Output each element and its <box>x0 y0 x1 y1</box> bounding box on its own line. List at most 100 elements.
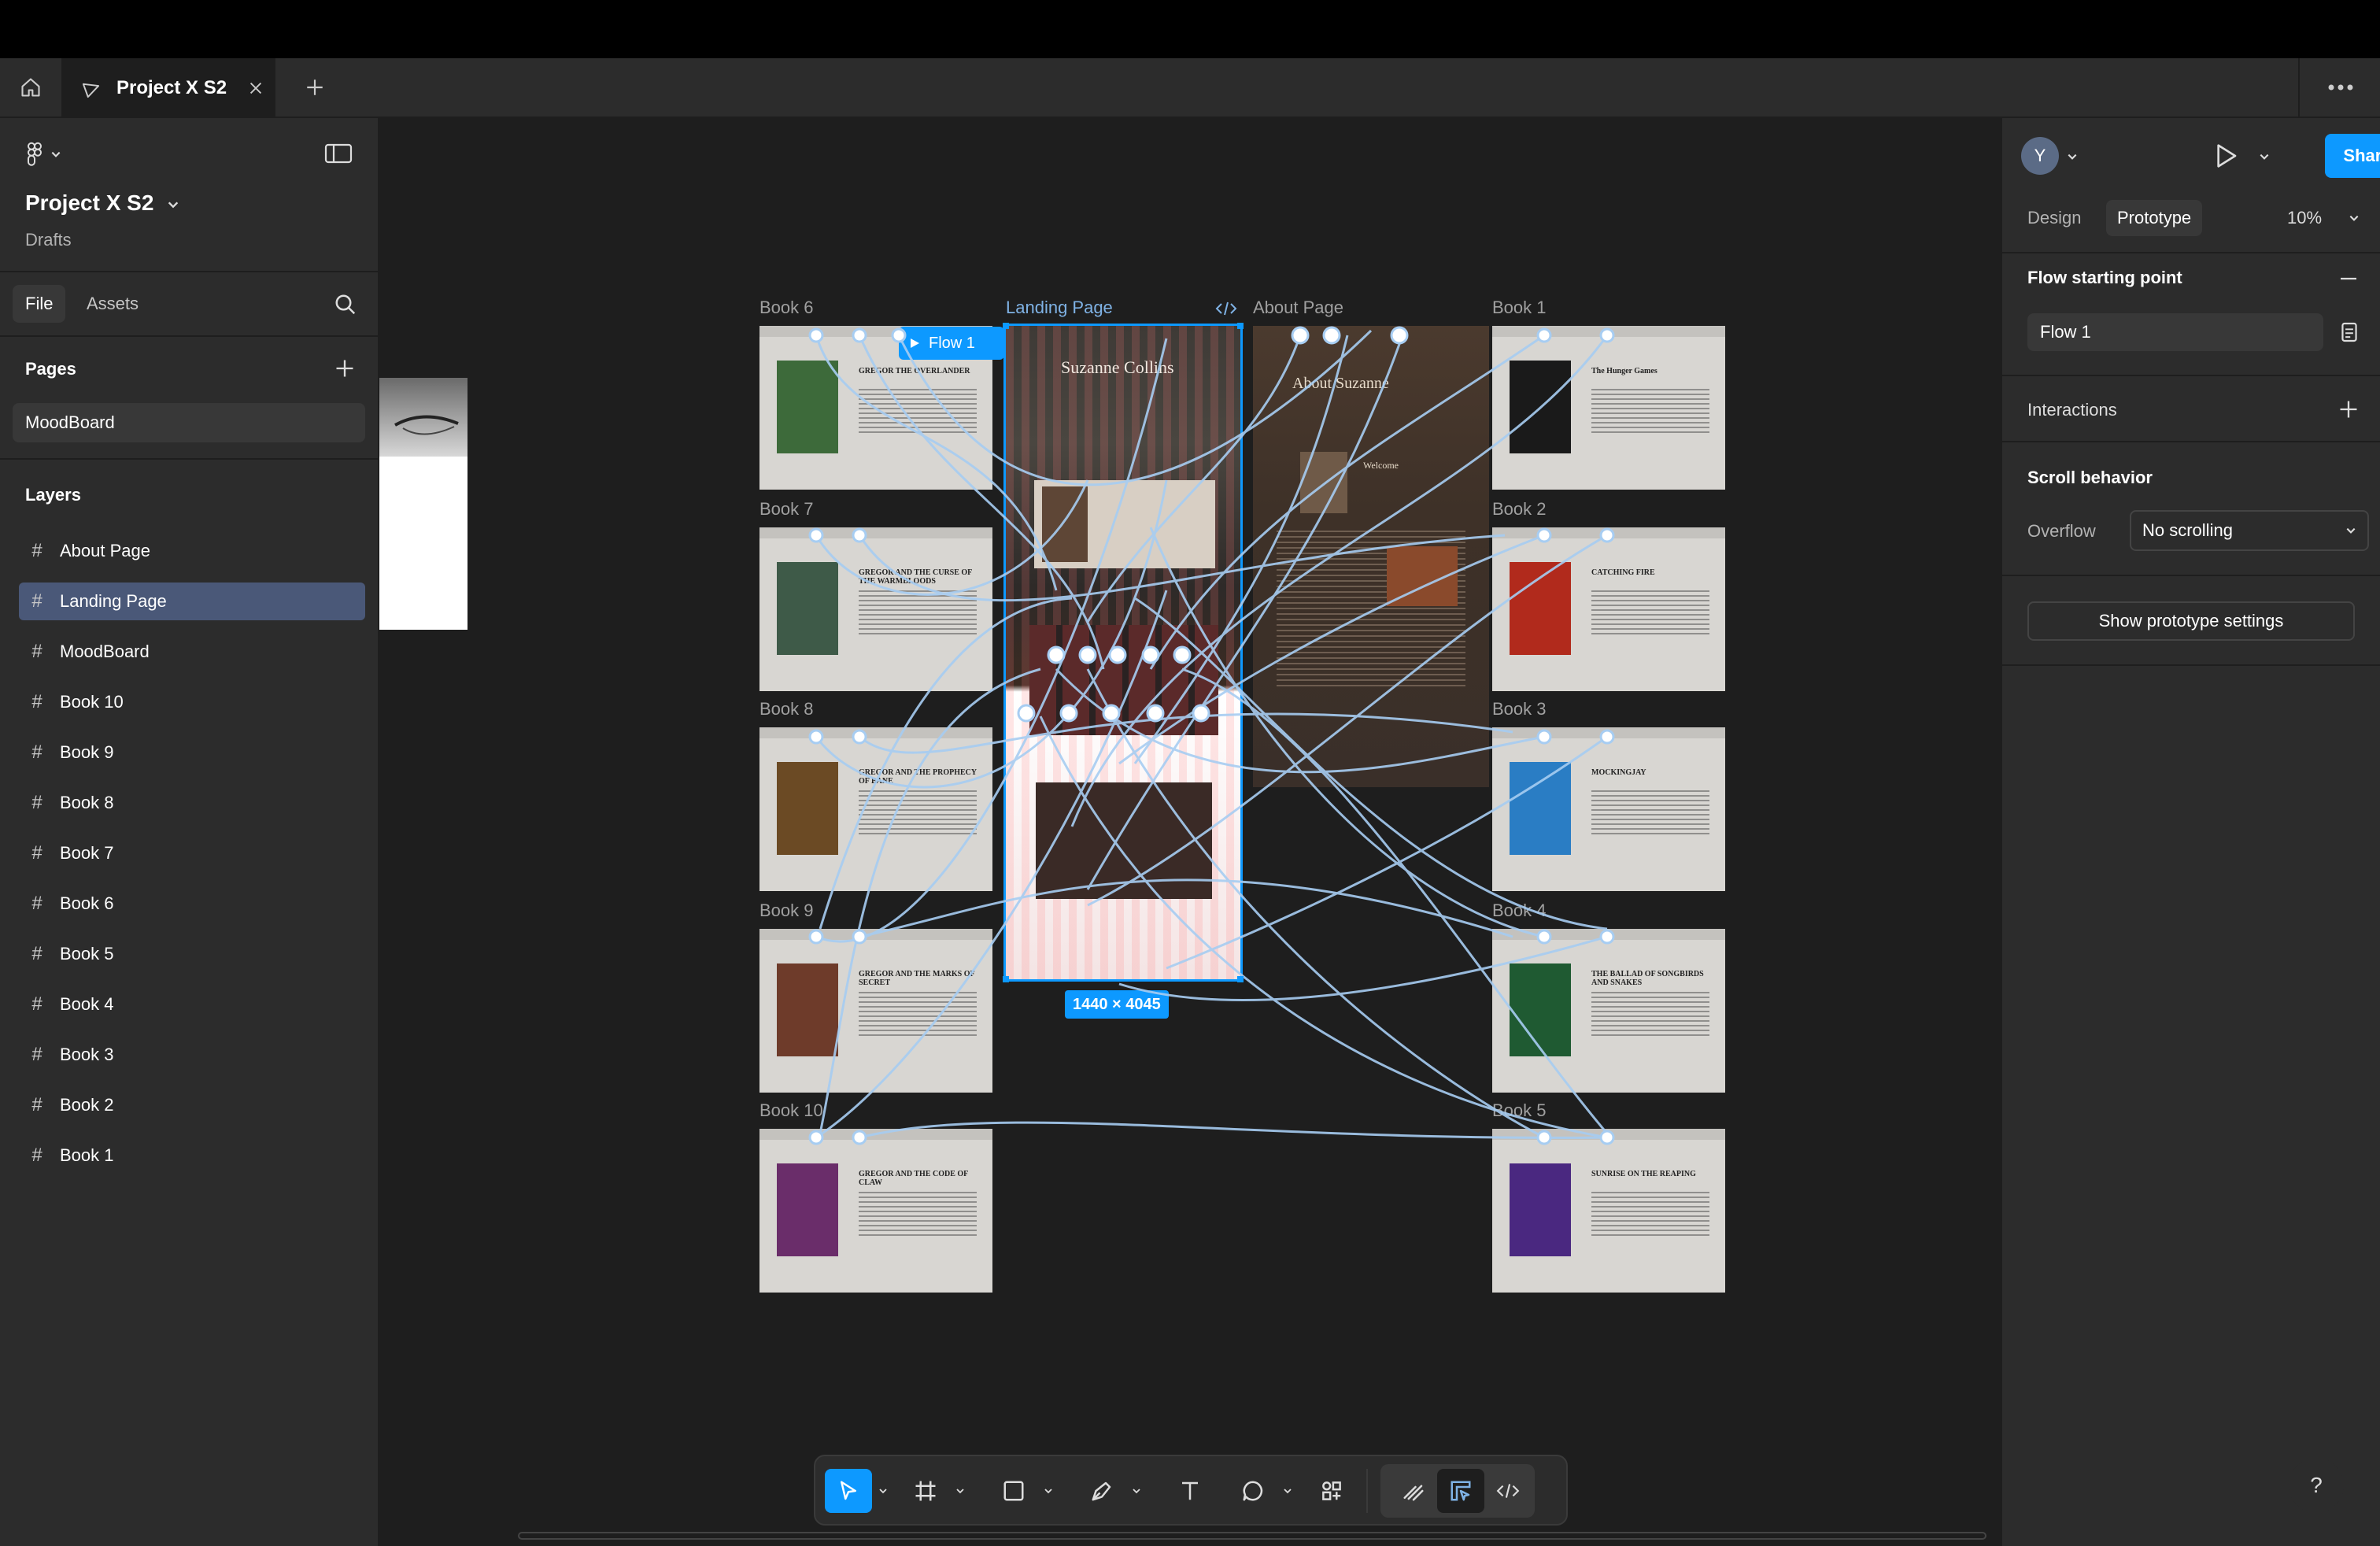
frame-icon: # <box>31 590 42 612</box>
layer-book-7[interactable]: # Book 7 <box>19 834 365 872</box>
layer-label: Book 6 <box>60 893 114 913</box>
chevron-down-icon <box>956 1489 964 1494</box>
shape-tool-menu[interactable] <box>1040 1478 1056 1503</box>
layer-book-1[interactable]: # Book 1 <box>19 1137 365 1174</box>
frame-icon: # <box>31 1044 42 1065</box>
layer-book-4[interactable]: # Book 4 <box>19 986 365 1023</box>
help-button[interactable]: ? <box>2289 1458 2344 1513</box>
actions-tool-button[interactable] <box>1308 1469 1355 1513</box>
toggle-sidebar-button[interactable] <box>324 142 353 169</box>
chevron-down-icon <box>1133 1489 1140 1494</box>
add-interaction-icon[interactable] <box>2338 398 2360 420</box>
share-button[interactable]: Share <box>2325 134 2380 178</box>
minus-icon[interactable] <box>2339 274 2358 283</box>
tab-bar: Project X S2 <box>0 58 2380 118</box>
layer-about-page[interactable]: # About Page <box>19 532 365 570</box>
divider <box>0 458 378 460</box>
layer-moodboard[interactable]: # MoodBoard <box>19 633 365 671</box>
close-icon[interactable] <box>247 80 264 97</box>
pages-heading: Pages <box>25 359 76 379</box>
tab-project-x-s2[interactable]: Project X S2 <box>63 58 275 118</box>
design-mode-icon <box>1451 1481 1471 1501</box>
overflow-value: No scrolling <box>2142 520 2233 540</box>
chevron-down-icon[interactable] <box>2067 151 2078 162</box>
ellipsis-icon <box>2328 84 2353 91</box>
layer-book-5[interactable]: # Book 5 <box>19 935 365 973</box>
layer-book-8[interactable]: # Book 8 <box>19 784 365 822</box>
file-location[interactable]: Drafts <box>25 230 72 250</box>
frame-icon: # <box>31 792 42 813</box>
tab-assets[interactable]: Assets <box>74 285 151 323</box>
move-tool-button[interactable] <box>825 1469 872 1513</box>
layer-landing-page[interactable]: # Landing Page <box>19 583 365 620</box>
draw-mode-button[interactable] <box>1390 1469 1437 1513</box>
new-tab-button[interactable] <box>291 58 338 117</box>
pen-icon <box>1092 1481 1111 1501</box>
present-play-icon[interactable] <box>2213 142 2238 170</box>
chevron-down-icon <box>1284 1489 1292 1494</box>
search-icon[interactable] <box>334 293 357 316</box>
frame-tool-button[interactable] <box>902 1469 949 1513</box>
sidebar-icon <box>324 143 353 164</box>
avatar[interactable]: Y <box>2021 137 2059 175</box>
interactions-title: Interactions <box>2027 400 2117 420</box>
layer-book-3[interactable]: # Book 3 <box>19 1036 365 1074</box>
layer-label: Book 8 <box>60 793 114 812</box>
divider <box>2002 575 2380 576</box>
text-icon <box>1182 1481 1198 1500</box>
tab-prototype[interactable]: Prototype <box>2106 200 2203 236</box>
file-name[interactable]: Project X S2 <box>25 190 153 216</box>
chevron-down-icon <box>879 1489 887 1494</box>
comment-tool-button[interactable] <box>1229 1469 1277 1513</box>
design-canvas[interactable]: Book 6 GREGOR THE OVERLANDER Book 7 GREG… <box>379 118 2001 1546</box>
bottom-toolbar <box>814 1455 1568 1526</box>
tab-file[interactable]: File <box>13 285 66 323</box>
chevron-down-icon[interactable] <box>2349 213 2360 224</box>
chevron-down-icon <box>2346 527 2356 534</box>
flow-name-field[interactable]: Flow 1 <box>2027 313 2323 351</box>
chevron-down-icon[interactable] <box>167 198 179 211</box>
pen-tool-button[interactable] <box>1078 1469 1125 1513</box>
text-tool-button[interactable] <box>1166 1469 1214 1513</box>
flow-section-title: Flow starting point <box>2027 268 2182 287</box>
divider <box>2002 252 2380 253</box>
layers-heading: Layers <box>25 485 81 505</box>
layer-label: Book 9 <box>60 742 114 762</box>
overflow-select[interactable]: No scrolling <box>2130 510 2369 551</box>
more-options-button[interactable] <box>2298 58 2380 117</box>
shape-tool-button[interactable] <box>990 1469 1037 1513</box>
layer-label: Book 3 <box>60 1045 114 1064</box>
zoom-level[interactable]: 10% <box>2287 200 2322 236</box>
tab-design[interactable]: Design <box>2027 200 2081 236</box>
horizontal-scrollbar[interactable] <box>518 1532 1986 1540</box>
toolbar-divider <box>1366 1469 1368 1513</box>
chevron-down-icon[interactable] <box>2259 151 2270 162</box>
divider <box>0 335 378 337</box>
page-item-moodboard[interactable]: MoodBoard <box>13 403 365 442</box>
frame-icon: # <box>31 1145 42 1166</box>
layer-book-10[interactable]: # Book 10 <box>19 683 365 721</box>
plus-icon <box>307 80 323 95</box>
question-icon: ? <box>2310 1473 2323 1497</box>
main-menu-button[interactable] <box>25 142 61 167</box>
comment-tool-menu[interactable] <box>1280 1478 1295 1503</box>
frame-tool-menu[interactable] <box>952 1478 968 1503</box>
layer-label: Book 7 <box>60 843 114 863</box>
layer-book-9[interactable]: # Book 9 <box>19 734 365 771</box>
layer-label: Book 5 <box>60 944 114 963</box>
divider <box>2002 664 2380 666</box>
layer-book-2[interactable]: # Book 2 <box>19 1086 365 1124</box>
scroll-behavior-title: Scroll behavior <box>2027 468 2153 487</box>
flow-description-icon[interactable] <box>2341 321 2358 343</box>
design-mode-button[interactable] <box>1437 1469 1484 1513</box>
move-tool-menu[interactable] <box>875 1478 891 1503</box>
add-page-icon[interactable] <box>334 357 356 379</box>
dev-mode-button[interactable] <box>1484 1469 1532 1513</box>
pen-tool-menu[interactable] <box>1129 1478 1144 1503</box>
frame-icon: # <box>31 993 42 1015</box>
prototype-connections <box>808 323 1615 1145</box>
layer-book-6[interactable]: # Book 6 <box>19 885 365 923</box>
home-tab[interactable] <box>0 58 63 117</box>
frame-icon: # <box>31 742 42 763</box>
show-prototype-settings-button[interactable]: Show prototype settings <box>2027 601 2355 641</box>
